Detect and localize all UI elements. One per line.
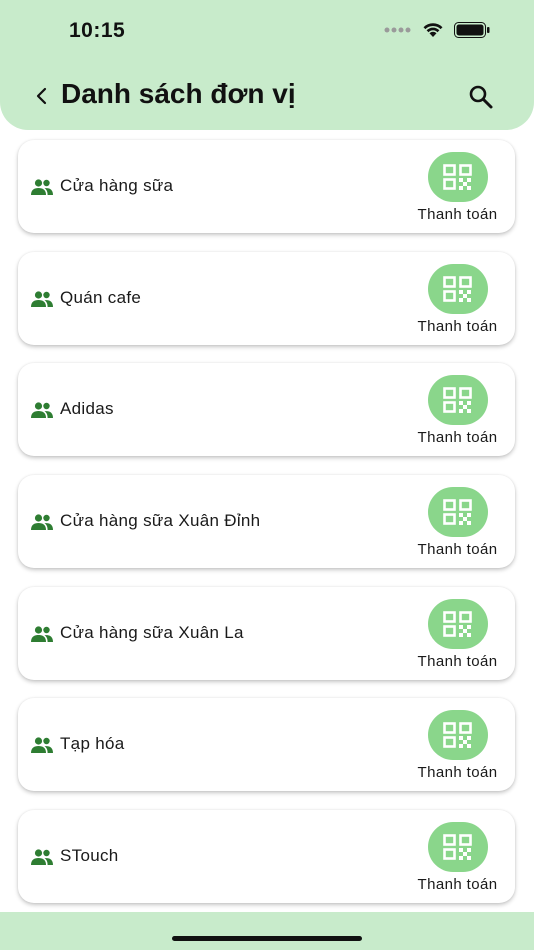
qr-code-icon [443, 164, 472, 190]
unit-card-6[interactable]: Tạp hóa Thanh toán [18, 698, 515, 792]
bottom-bar [0, 912, 534, 950]
qr-code-icon [443, 610, 472, 637]
unit-card-1[interactable]: Cửa hàng sữa Thanh toán [18, 140, 515, 233]
chevron-left-icon [36, 87, 47, 105]
qr-code-icon [443, 387, 472, 414]
pay-button[interactable]: Thanh toán [410, 375, 505, 449]
unit-name: STouch [60, 846, 119, 866]
pay-label: Thanh toán [417, 764, 498, 782]
unit-list: Cửa hàng sữa Thanh toán Quán cafe Thanh … [18, 140, 515, 922]
qr-code-icon [443, 834, 472, 861]
pay-circle[interactable] [428, 710, 488, 761]
pay-button[interactable]: Thanh toán [410, 487, 505, 561]
wifi-icon [423, 23, 443, 37]
group-icon [31, 402, 53, 419]
pay-circle[interactable] [428, 598, 488, 649]
status-bar: 10:15 [0, 0, 534, 64]
pay-circle[interactable] [428, 822, 488, 873]
pay-label: Thanh toán [417, 206, 498, 223]
qr-code-icon [443, 499, 472, 526]
unit-name: Cửa hàng sữa Xuân Đỉnh [60, 511, 261, 531]
pay-button[interactable]: Thanh toán [410, 822, 505, 896]
pay-button[interactable]: Thanh toán [410, 263, 505, 338]
group-icon [31, 291, 53, 307]
home-indicator [172, 936, 362, 941]
status-icons [384, 22, 490, 38]
group-icon [31, 737, 53, 754]
pay-label: Thanh toán [417, 652, 498, 670]
pay-label: Thanh toán [417, 876, 498, 894]
group-icon [31, 626, 53, 642]
app-bar: Danh sách đơn vị [0, 64, 534, 130]
pay-button[interactable]: Thanh toán [410, 152, 505, 226]
unit-name: Cửa hàng sữa [60, 176, 174, 195]
qr-code-icon [443, 722, 472, 749]
pay-label: Thanh toán [417, 429, 498, 447]
back-button[interactable] [28, 82, 56, 110]
pay-label: Thanh toán [417, 541, 498, 559]
pay-button[interactable]: Thanh toán [410, 598, 505, 673]
pay-circle[interactable] [428, 375, 488, 426]
group-icon [31, 849, 53, 866]
unit-name: Tạp hóa [60, 734, 125, 754]
unit-card-7[interactable]: STouch Thanh toán [18, 810, 515, 904]
unit-name: Cửa hàng sữa Xuân La [60, 622, 244, 642]
pay-label: Thanh toán [417, 317, 498, 335]
group-icon [31, 514, 53, 531]
search-icon [469, 85, 493, 109]
unit-name: Adidas [60, 399, 114, 419]
group-icon [31, 179, 53, 195]
cellular-signal-icon [384, 27, 411, 33]
unit-card-3[interactable]: Adidas Thanh toán [18, 363, 515, 457]
pay-circle[interactable] [428, 263, 488, 314]
page-title: Danh sách đơn vị [61, 78, 296, 109]
search-button[interactable] [466, 82, 496, 112]
unit-card-5[interactable]: Cửa hàng sữa Xuân La Thanh toán [18, 586, 515, 680]
unit-name: Quán cafe [60, 287, 142, 307]
battery-icon [454, 22, 490, 38]
pay-circle[interactable] [428, 152, 488, 202]
unit-card-4[interactable]: Cửa hàng sữa Xuân Đỉnh Thanh toán [18, 475, 515, 569]
pay-circle[interactable] [428, 487, 488, 538]
status-time: 10:15 [69, 19, 126, 42]
pay-button[interactable]: Thanh toán [410, 710, 505, 784]
unit-card-2[interactable]: Quán cafe Thanh toán [18, 251, 515, 345]
qr-code-icon [443, 275, 472, 302]
